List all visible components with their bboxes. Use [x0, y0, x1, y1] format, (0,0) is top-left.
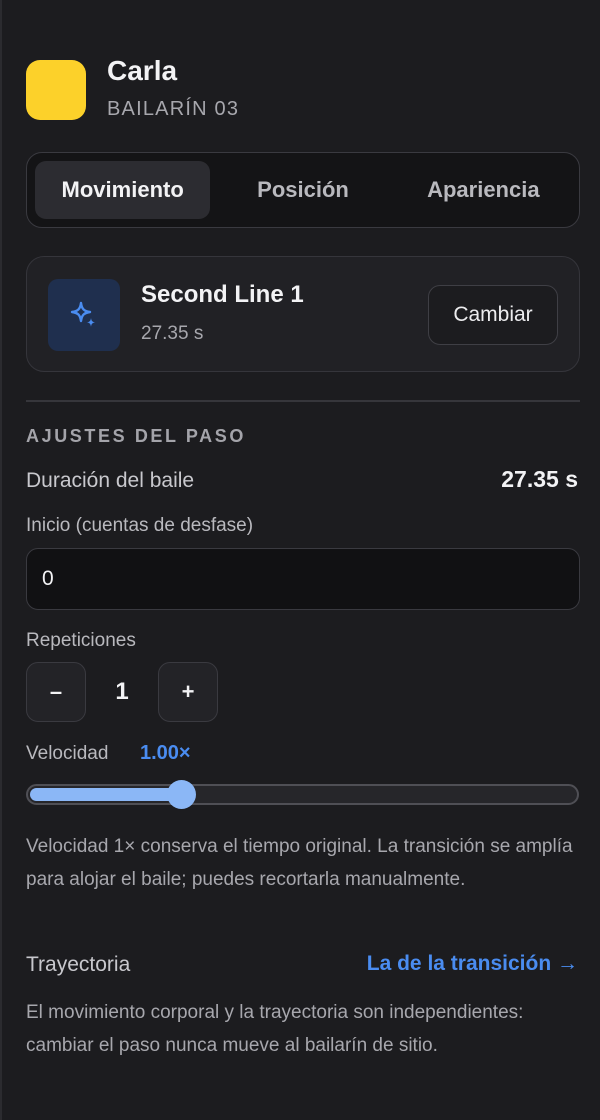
repetitions-value: 1	[115, 678, 129, 705]
tab-posicion[interactable]: Posición	[210, 161, 395, 219]
trajectory-link[interactable]: La de la transición →	[367, 952, 578, 976]
duration-label: Duración del baile	[26, 469, 195, 492]
step-duration: 27.35 s	[141, 323, 204, 344]
start-offset-label: Inicio (cuentas de desfase)	[26, 515, 254, 536]
dancer-color-swatch[interactable]	[26, 60, 86, 120]
tab-bar: Movimiento Posición Apariencia	[26, 152, 580, 228]
speed-help-text: Velocidad 1× conserva el tiempo original…	[26, 836, 573, 890]
section-title: AJUSTES DEL PASO	[26, 426, 246, 446]
dancer-header: Carla BAILARÍN 03	[26, 56, 239, 120]
change-step-button[interactable]: Cambiar	[428, 285, 558, 345]
trajectory-label: Trayectoria	[26, 953, 131, 976]
repetitions-decrement-button[interactable]: –	[26, 662, 86, 722]
repetitions-increment-button[interactable]: +	[158, 662, 218, 722]
speed-label: Velocidad	[26, 743, 109, 764]
speed-slider-fill	[30, 788, 184, 801]
duration-value: 27.35 s	[501, 466, 578, 492]
dancer-panel: Carla BAILARÍN 03 Movimiento Posición Ap…	[0, 0, 600, 1120]
tab-movimiento[interactable]: Movimiento	[35, 161, 211, 219]
dancer-name: Carla	[107, 55, 178, 86]
repetitions-label: Repeticiones	[26, 630, 136, 651]
speed-value: 1.00×	[140, 742, 191, 764]
dancer-info: Carla BAILARÍN 03	[107, 55, 240, 121]
trajectory-help-text: El movimiento corporal y la trayectoria …	[26, 1002, 524, 1056]
speed-slider-thumb[interactable]	[167, 780, 197, 809]
step-title: Second Line 1	[141, 281, 304, 308]
current-step-card: Second Line 1 27.35 s Cambiar	[26, 256, 580, 372]
dancer-code: BAILARÍN 03	[107, 98, 240, 120]
speed-slider-track[interactable]	[26, 784, 579, 805]
start-offset-input[interactable]	[26, 548, 580, 610]
section-divider	[26, 400, 580, 402]
tab-apariencia[interactable]: Apariencia	[396, 161, 571, 219]
sparkles-icon	[48, 279, 120, 351]
